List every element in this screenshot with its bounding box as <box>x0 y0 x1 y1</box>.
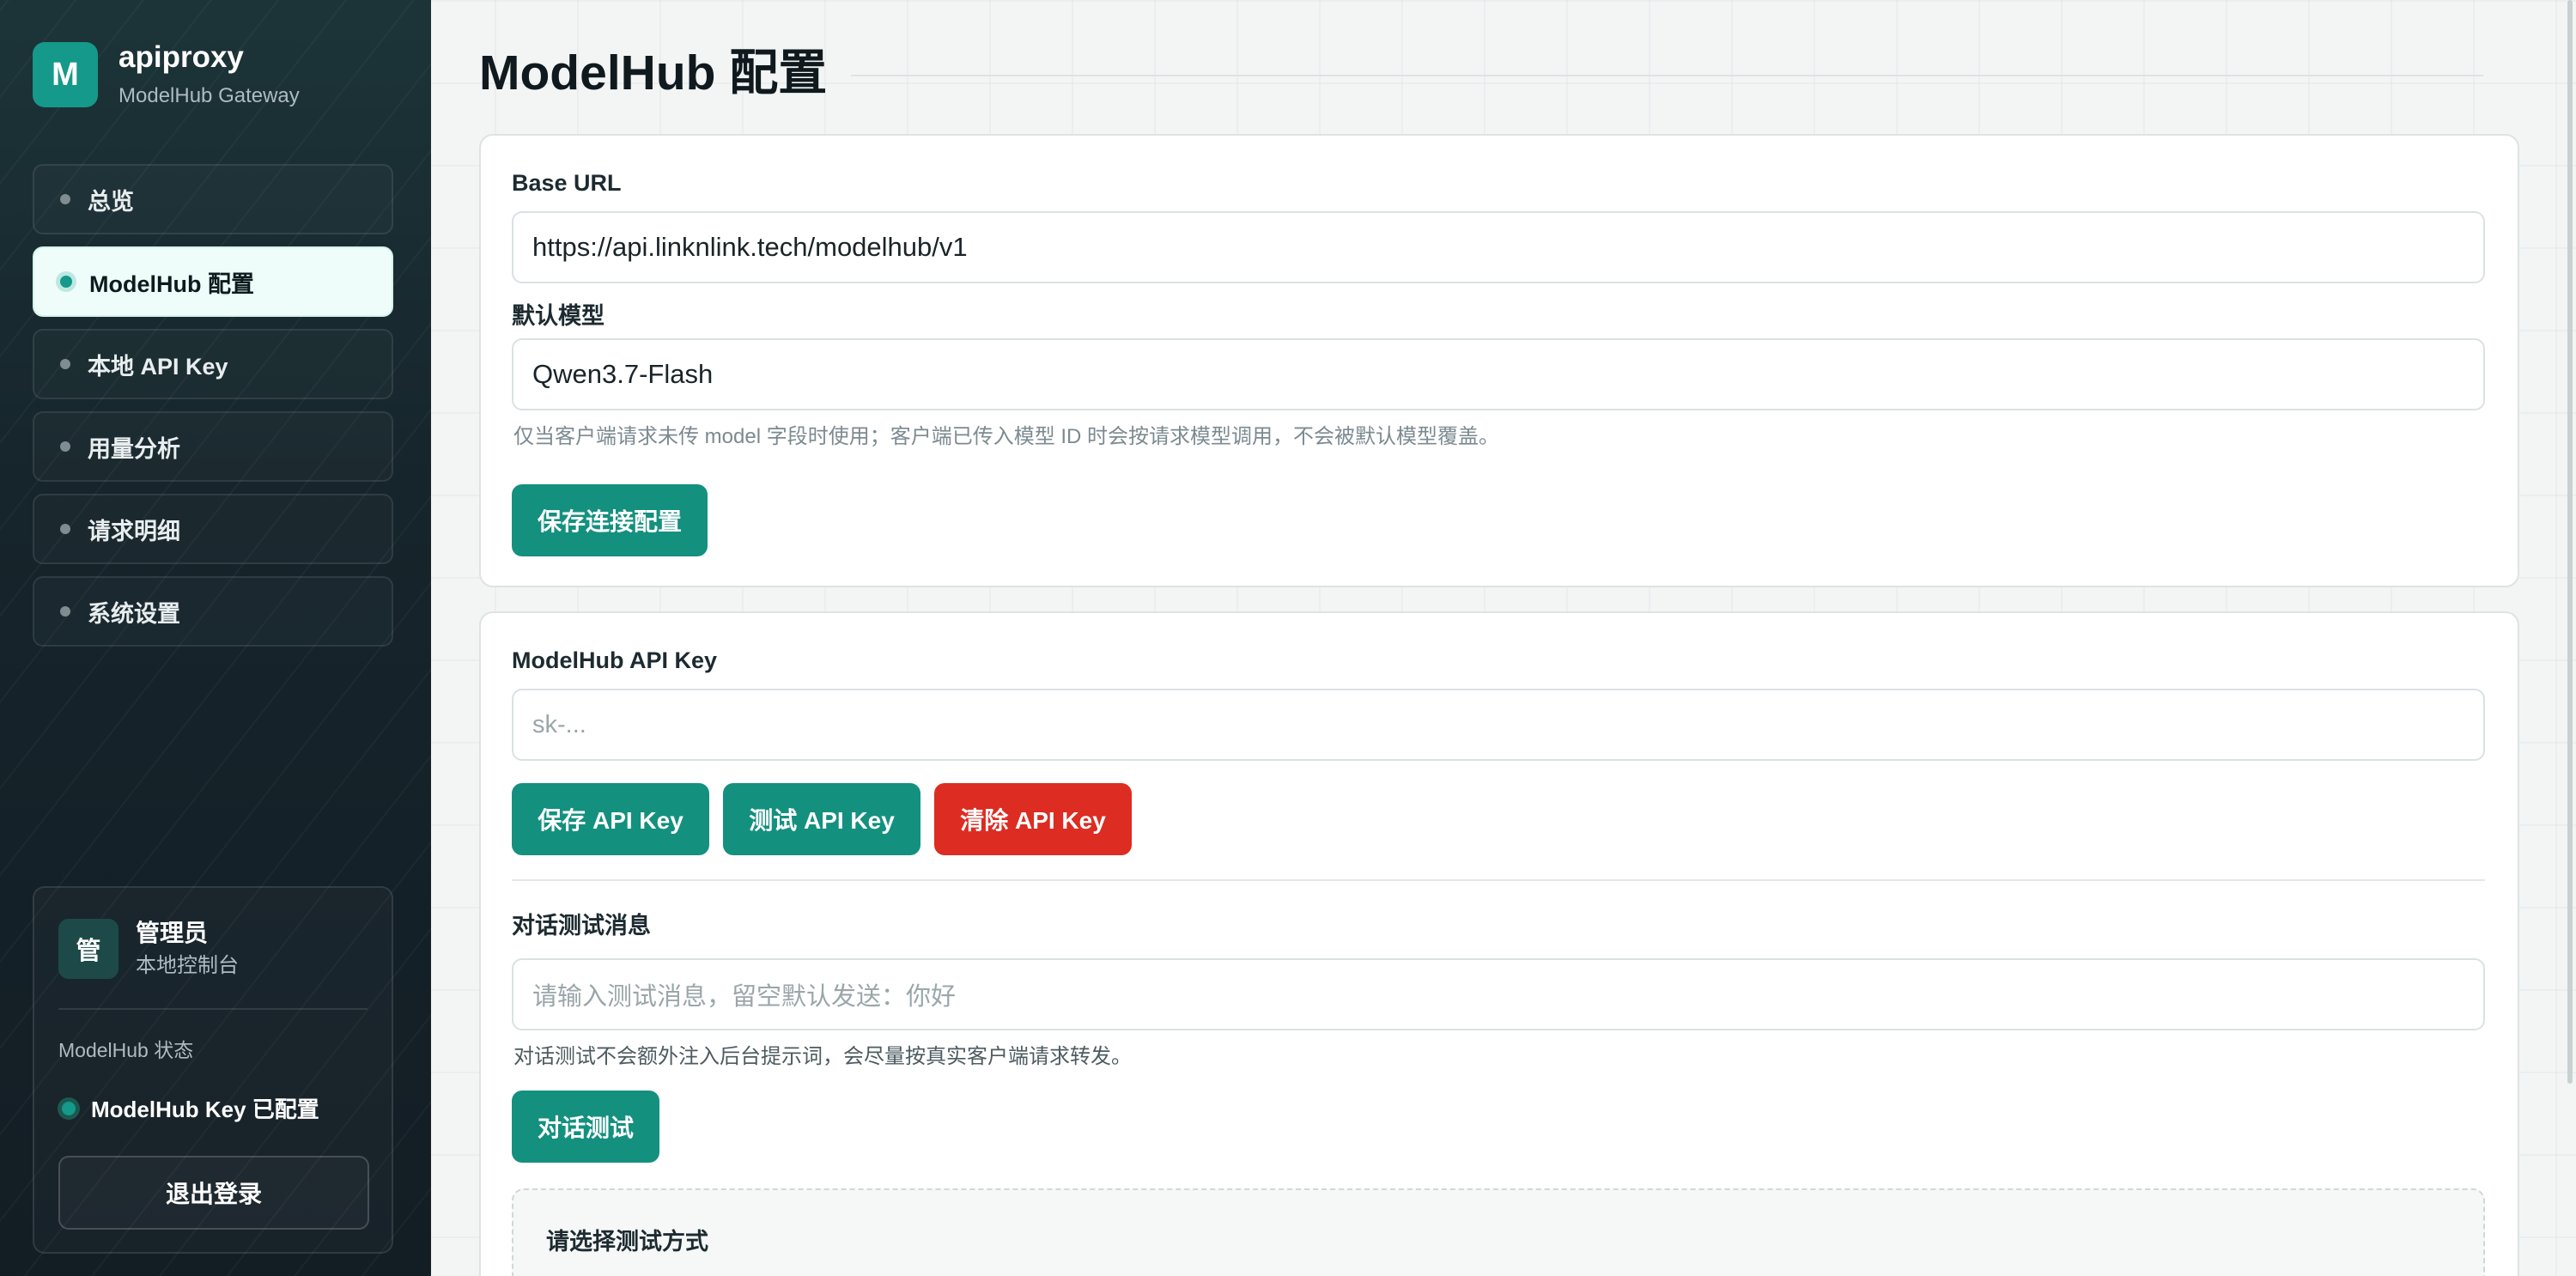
nav-dot-icon <box>60 359 70 369</box>
chat-test-button[interactable]: 对话测试 <box>512 1091 659 1163</box>
default-model-hint: 仅当客户端请求未传 model 字段时使用；客户端已传入模型 ID 时会按请求模… <box>513 425 1500 448</box>
brand-title: apiproxy <box>118 40 244 74</box>
avatar: 管 <box>58 919 118 979</box>
chat-test-label: 对话测试消息 <box>512 913 651 939</box>
sidebar-item-label: 总览 <box>88 188 134 215</box>
nav-dot-icon <box>60 524 70 534</box>
sidebar-item-label: 请求明细 <box>88 518 180 544</box>
status-label: ModelHub 状态 <box>58 1039 194 1061</box>
brand-logo: M <box>33 42 98 107</box>
sidebar-item-label: 用量分析 <box>88 435 180 462</box>
user-role: 本地控制台 <box>136 954 239 977</box>
divider <box>58 1008 368 1010</box>
default-model-label: 默认模型 <box>512 303 605 329</box>
status-text: ModelHub Key 已配置 <box>91 1097 319 1122</box>
sidebar-item-label: 本地 API Key <box>88 353 228 380</box>
sidebar-nav: 总览 ModelHub 配置 本地 API Key 用量分析 请求明细 系统设置 <box>33 164 393 659</box>
status-indicator: ModelHub Key 已配置 <box>58 1092 319 1124</box>
brand: M apiproxy ModelHub Gateway <box>33 40 300 109</box>
page-header: ModelHub 配置 <box>479 41 2483 105</box>
chat-test-input[interactable]: 请输入测试消息，留空默认发送：你好 <box>512 958 2485 1030</box>
brand-subtitle: ModelHub Gateway <box>118 84 300 107</box>
sidebar-item-local-api-key[interactable]: 本地 API Key <box>33 329 393 399</box>
save-connection-button[interactable]: 保存连接配置 <box>512 484 708 556</box>
test-result-panel: 请选择测试方式 <box>512 1188 2485 1276</box>
base-url-label: Base URL <box>512 170 622 196</box>
sidebar-item-system-settings[interactable]: 系统设置 <box>33 576 393 647</box>
connection-config-card: Base URL https://api.linknlink.tech/mode… <box>479 134 2519 587</box>
sidebar-item-label: 系统设置 <box>88 600 180 627</box>
save-api-key-button[interactable]: 保存 API Key <box>512 783 709 855</box>
default-model-input[interactable]: Qwen3.7-Flash <box>512 338 2485 410</box>
api-key-input[interactable]: sk-... <box>512 689 2485 761</box>
sidebar-item-label: ModelHub 配置 <box>89 270 254 297</box>
sidebar-item-request-details[interactable]: 请求明细 <box>33 494 393 564</box>
sidebar-item-overview[interactable]: 总览 <box>33 164 393 234</box>
user-card: 管 管理员 本地控制台 ModelHub 状态 ModelHub Key 已配置… <box>33 886 393 1254</box>
base-url-input[interactable]: https://api.linknlink.tech/modelhub/v1 <box>512 211 2485 283</box>
nav-dot-icon <box>60 276 72 288</box>
divider <box>512 879 2485 881</box>
nav-dot-icon <box>60 441 70 452</box>
logout-button[interactable]: 退出登录 <box>58 1156 369 1230</box>
sidebar: M apiproxy ModelHub Gateway 总览 ModelHub … <box>0 0 431 1276</box>
nav-dot-icon <box>60 194 70 204</box>
clear-api-key-button[interactable]: 清除 API Key <box>934 783 1132 855</box>
title-divider <box>851 75 2483 76</box>
user-name: 管理员 <box>136 920 209 946</box>
sidebar-item-usage-analytics[interactable]: 用量分析 <box>33 411 393 482</box>
test-result-title: 请选择测试方式 <box>546 1229 708 1255</box>
scrollbar[interactable] <box>2567 0 2573 1084</box>
page-title: ModelHub 配置 <box>479 46 828 100</box>
api-key-card: ModelHub API Key sk-... 保存 API Key 测试 AP… <box>479 611 2519 1276</box>
sidebar-item-modelhub-config[interactable]: ModelHub 配置 <box>33 246 393 317</box>
status-dot-icon <box>62 1101 76 1115</box>
test-api-key-button[interactable]: 测试 API Key <box>723 783 920 855</box>
api-key-label: ModelHub API Key <box>512 647 718 673</box>
chat-test-hint: 对话测试不会额外注入后台提示词，会尽量按真实客户端请求转发。 <box>513 1045 1132 1068</box>
nav-dot-icon <box>60 606 70 617</box>
